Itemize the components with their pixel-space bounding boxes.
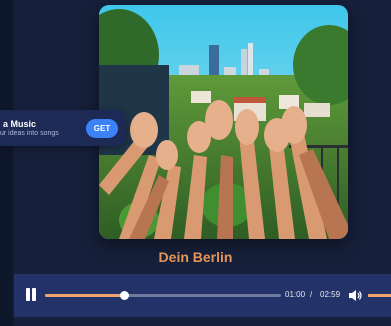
album-cover <box>99 5 348 239</box>
pause-icon <box>26 288 30 301</box>
promo-get-button[interactable]: GET <box>86 119 118 138</box>
duration-time: 02:59 <box>320 290 341 299</box>
pause-icon-bar <box>32 288 36 301</box>
left-edge <box>0 0 13 326</box>
audio-player-bar: 01:00 / 02:59 <box>14 274 391 317</box>
album-art-image <box>99 5 348 239</box>
volume-icon <box>349 290 362 301</box>
promo-title: a Music <box>3 119 37 129</box>
current-time: 01:00 <box>285 290 306 299</box>
time-separator: / <box>310 290 313 299</box>
player-page: a Music ur ideas into songs GET Dein Ber… <box>0 0 391 326</box>
seek-slider[interactable] <box>45 291 281 300</box>
pause-button[interactable] <box>24 288 38 303</box>
seek-progress-fill <box>45 294 125 297</box>
seek-thumb[interactable] <box>120 291 130 300</box>
promo-subtitle: ur ideas into songs <box>0 130 59 137</box>
volume-slider[interactable] <box>368 294 391 297</box>
track-title: Dein Berlin <box>158 249 233 265</box>
promo-banner[interactable]: a Music ur ideas into songs GET <box>0 110 126 146</box>
volume-button[interactable] <box>348 289 362 302</box>
